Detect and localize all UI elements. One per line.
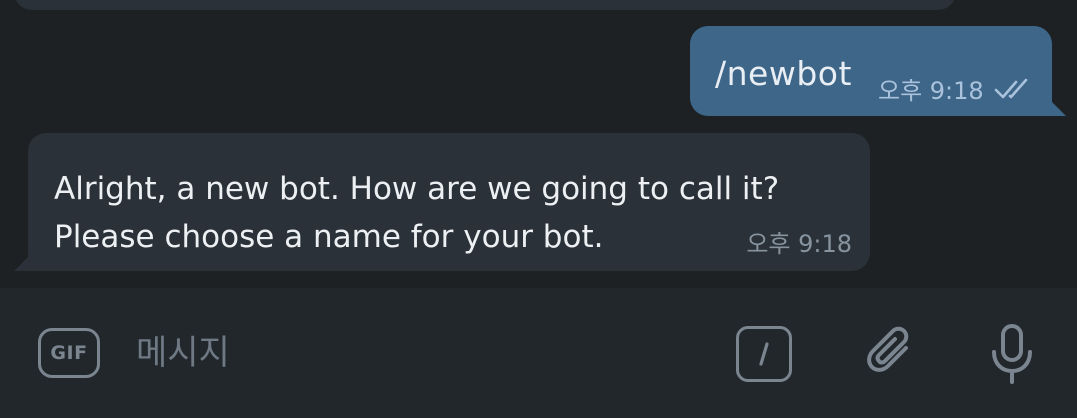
outgoing-message-time: 오후 9:18 — [878, 77, 984, 105]
incoming-message-time: 오후 9:18 — [746, 230, 852, 258]
incoming-message-bubble[interactable]: Alright, a new bot. How are we going to … — [28, 133, 870, 271]
gif-label: GIF — [50, 342, 88, 364]
outgoing-message-meta: 오후 9:18 — [878, 71, 1038, 106]
message-input[interactable] — [136, 316, 696, 390]
slash-command-icon — [759, 342, 769, 366]
message-composer: GIF — [0, 288, 1077, 418]
chat-window: /newbot 오후 9:18 Alright, a new bot. How … — [0, 0, 1077, 418]
double-check-icon — [994, 78, 1027, 98]
outgoing-message-text: /newbot — [715, 54, 852, 93]
incoming-message-line: Please choose a name for your bot. — [54, 219, 604, 255]
incoming-message-line: Alright, a new bot. How are we going to … — [54, 171, 780, 207]
incoming-message-text: Alright, a new bot. How are we going to … — [54, 165, 779, 261]
gif-button[interactable]: GIF — [38, 328, 100, 378]
microphone-icon — [992, 324, 1032, 384]
bot-command-button[interactable] — [736, 326, 792, 382]
previous-message-bubble[interactable] — [14, 0, 956, 10]
message-list[interactable]: /newbot 오후 9:18 Alright, a new bot. How … — [0, 0, 1077, 288]
voice-message-button[interactable] — [980, 320, 1044, 388]
outgoing-message-bubble[interactable]: /newbot 오후 9:18 — [690, 26, 1052, 116]
attach-button[interactable] — [860, 322, 924, 386]
paperclip-icon — [867, 326, 909, 372]
